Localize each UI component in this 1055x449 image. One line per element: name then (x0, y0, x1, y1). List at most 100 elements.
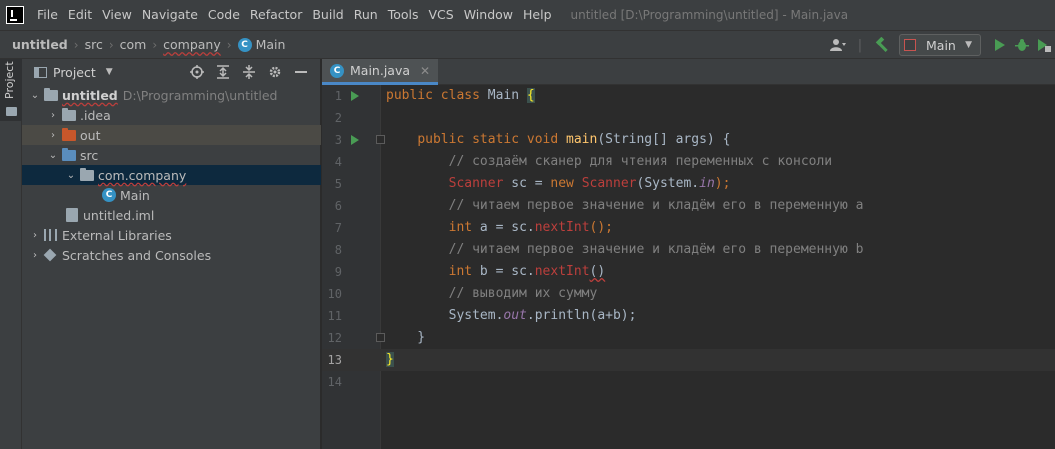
code-line[interactable] (381, 107, 1055, 129)
excluded-folder-icon (62, 127, 76, 141)
code-line[interactable]: // выводим их сумму (381, 283, 1055, 305)
code-line[interactable]: int a = sc.nextInt(); (381, 217, 1055, 239)
code-line[interactable] (381, 371, 1055, 393)
menu-view[interactable]: View (97, 0, 137, 30)
hide-panel-icon[interactable] (288, 61, 314, 83)
tree-item-main[interactable]: C Main (22, 185, 321, 205)
code-token: in (699, 176, 715, 191)
tree-item-out[interactable]: › out (22, 125, 321, 145)
close-icon[interactable]: ✕ (420, 64, 430, 78)
code-line[interactable]: System.out.println(a+b); (381, 305, 1055, 327)
chevron-right-icon[interactable]: › (26, 250, 44, 261)
collapse-all-icon[interactable] (236, 61, 262, 83)
project-panel-title[interactable]: Project (53, 65, 96, 80)
code-line-current[interactable]: } (381, 349, 1055, 371)
editor-tab-main-java[interactable]: C Main.java ✕ (322, 59, 439, 85)
tree-item-external-libraries[interactable]: › External Libraries (22, 225, 321, 245)
code-area[interactable]: public class Main { public static void m… (381, 85, 1055, 449)
menu-code[interactable]: Code (203, 0, 245, 30)
user-icon[interactable] (827, 34, 849, 56)
tree-item-scratches[interactable]: › Scratches and Consoles (22, 245, 321, 265)
code-token: main (566, 132, 598, 147)
tree-item-idea[interactable]: › .idea (22, 105, 321, 125)
code-line[interactable]: // читаем первое значение и кладём его в… (381, 239, 1055, 261)
chevron-right-icon: › (73, 37, 79, 52)
breadcrumb-untitled[interactable]: untitled (12, 37, 70, 52)
dropdown-arrow-icon[interactable]: ▼ (106, 67, 113, 77)
line-number: 3 (334, 133, 342, 147)
editor: C Main.java ✕ 1 2 3 4 5 6 7 8 9 10 11 12… (322, 59, 1055, 449)
breadcrumb-com[interactable]: com (120, 37, 149, 52)
tree-item-iml[interactable]: untitled.iml (22, 205, 321, 225)
menu-build[interactable]: Build (307, 0, 348, 30)
code-token: (String[] args) { (597, 132, 731, 147)
chevron-right-icon[interactable]: › (44, 130, 62, 141)
java-class-icon: C (102, 188, 116, 202)
folder-icon (6, 107, 17, 116)
editor-tab-bar: C Main.java ✕ (322, 59, 1055, 85)
code-line[interactable]: // читаем первое значение и кладём его в… (381, 195, 1055, 217)
menu-tools[interactable]: Tools (383, 0, 424, 30)
chevron-right-icon[interactable]: › (44, 110, 62, 121)
gutter-line: 10 (322, 283, 381, 305)
run-config-icon (904, 39, 916, 51)
code-comment: // читаем первое значение и кладём его в… (386, 198, 864, 213)
gear-icon[interactable] (262, 61, 288, 83)
run-icon[interactable] (989, 34, 1011, 56)
gutter-line: 11 (322, 305, 381, 327)
line-number: 5 (334, 177, 342, 191)
chevron-right-icon: › (108, 37, 114, 52)
menu-edit[interactable]: Edit (63, 0, 97, 30)
tree-item-external-libraries-label: External Libraries (62, 227, 172, 243)
tree-item-idea-label: .idea (80, 107, 111, 123)
library-icon (44, 229, 57, 241)
chevron-down-icon[interactable]: ⌄ (62, 170, 80, 181)
code-line[interactable]: // создаём сканер для чтения переменных … (381, 151, 1055, 173)
run-with-coverage-icon[interactable] (1033, 34, 1055, 56)
breadcrumb-company[interactable]: company (163, 37, 223, 52)
menu-window[interactable]: Window (459, 0, 518, 30)
menu-navigate[interactable]: Navigate (137, 0, 203, 30)
source-folder-icon (62, 147, 76, 161)
chevron-right-icon[interactable]: › (26, 230, 44, 241)
menu-file[interactable]: File (32, 0, 63, 30)
debug-icon[interactable] (1011, 34, 1033, 56)
code-line[interactable]: Scanner sc = new Scanner(System.in); (381, 173, 1055, 195)
locate-file-icon[interactable] (184, 61, 210, 83)
breadcrumb-main[interactable]: Main (256, 37, 288, 52)
tree-item-root[interactable]: ⌄ untitled D:\Programming\untitled (22, 85, 321, 105)
line-number: 1 (334, 89, 342, 103)
tree-item-package[interactable]: ⌄ com.company (22, 165, 321, 185)
code-token-matched-brace: { (526, 88, 535, 103)
code-line[interactable]: public class Main { (381, 85, 1055, 107)
code-line[interactable]: int b = sc.nextInt() (381, 261, 1055, 283)
chevron-down-icon[interactable]: ⌄ (26, 90, 44, 101)
code-token: .println(a+b); (526, 308, 637, 323)
run-gutter-icon[interactable] (351, 91, 359, 101)
code-token: b = sc. (472, 264, 535, 279)
code-line[interactable]: } (381, 327, 1055, 349)
line-number: 12 (327, 331, 342, 345)
code-line[interactable]: public static void main(String[] args) { (381, 129, 1055, 151)
run-configuration-select[interactable]: Main ▼ (899, 34, 981, 56)
expand-all-icon[interactable] (210, 61, 236, 83)
chevron-down-icon[interactable]: ⌄ (44, 150, 62, 161)
java-class-icon: C (330, 63, 344, 78)
project-view-icon (34, 66, 47, 78)
line-number: 10 (327, 287, 342, 301)
code-token-error: nextInt (534, 264, 590, 279)
build-hammer-icon[interactable] (871, 34, 893, 56)
menu-run[interactable]: Run (349, 0, 383, 30)
menu-help[interactable]: Help (518, 0, 557, 30)
menu-vcs[interactable]: VCS (424, 0, 459, 30)
menu-refactor[interactable]: Refactor (245, 0, 307, 30)
left-tool-strip: Project (0, 59, 22, 449)
run-gutter-icon[interactable] (351, 135, 359, 145)
project-tool-tab[interactable]: Project (0, 59, 22, 121)
breadcrumb-src[interactable]: src (85, 37, 105, 52)
intellij-logo-icon[interactable] (6, 6, 24, 24)
line-number: 14 (327, 375, 342, 389)
tree-item-src[interactable]: ⌄ src (22, 145, 321, 165)
